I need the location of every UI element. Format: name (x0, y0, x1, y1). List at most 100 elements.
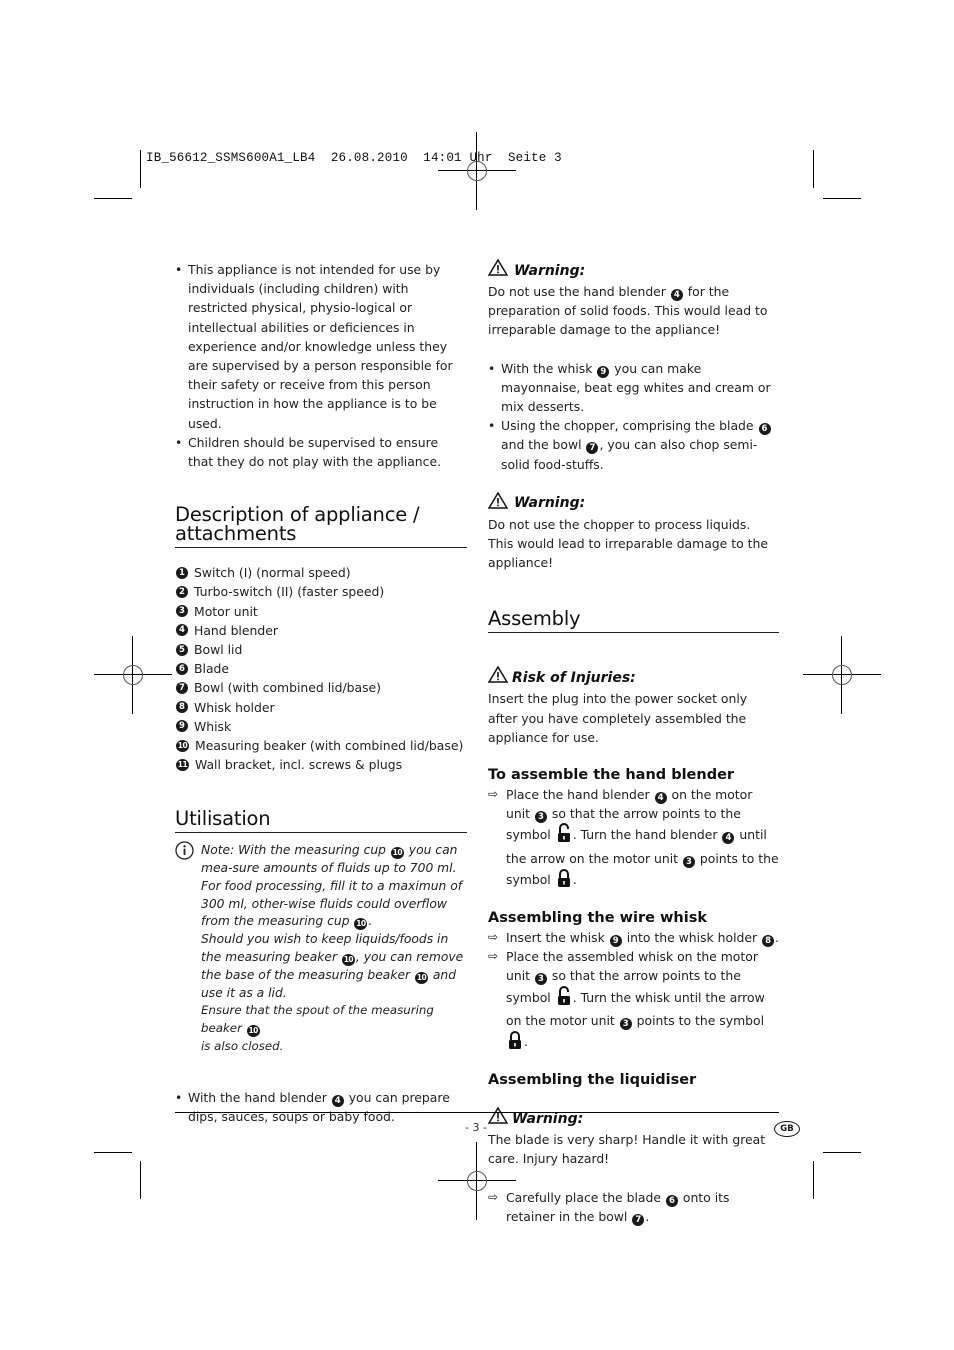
part-number-badge: 3 (682, 855, 695, 868)
note-text: . (368, 914, 373, 929)
text: . (524, 1034, 528, 1050)
part-number-badge: 10 (176, 739, 189, 752)
part-number-badge: 11 (176, 758, 189, 771)
arrow-right-icon: ⇨ (488, 930, 499, 945)
subsection-title-hand-blender: To assemble the hand blender (488, 767, 735, 784)
locked-padlock-icon (508, 1030, 522, 1055)
left-column: This appliance is not intended for use b… (175, 260, 467, 1126)
bullet-text: Children should be supervised to ensure … (188, 434, 442, 470)
bullet-text: and the bowl (501, 437, 586, 453)
instruction-step: ⇨ Place the hand blender 4 on the motor … (488, 785, 779, 893)
part-number-badge: 2 (176, 586, 188, 599)
bullet-text: Using the chopper, comprising the blade (501, 418, 758, 434)
section-title-utilisation: Utilisation (175, 809, 467, 834)
text: Do not use the hand blender (488, 284, 670, 299)
warning-triangle-icon (487, 665, 509, 689)
arrow-right-icon: ⇨ (488, 1189, 499, 1204)
part-number-badge: 4 (331, 1094, 344, 1107)
unlocked-padlock-icon (557, 823, 571, 848)
crop-mark (94, 1152, 132, 1153)
registration-mark-left (94, 636, 172, 714)
part-label: Blade (194, 661, 230, 677)
subsection-title-wire-whisk: Assembling the wire whisk (488, 910, 707, 927)
part-number-badge: 8 (762, 935, 775, 948)
part-number-badge: 10 (246, 1025, 260, 1038)
part-number-badge: 9 (609, 935, 622, 948)
warning-triangle-icon (487, 258, 509, 282)
usage-bullet: With the whisk 9 you can make mayonnaise… (488, 359, 779, 417)
part-number-badge: 10 (414, 971, 428, 984)
part-number-badge: 10 (354, 918, 368, 931)
arrow-right-icon: ⇨ (488, 949, 499, 964)
section-title-assembly: Assembly (488, 609, 779, 634)
parts-list-item: 5 Bowl lid (175, 640, 467, 659)
instruction-step: ⇨ Carefully place the blade 6 onto its r… (488, 1188, 779, 1226)
part-label: Motor unit (194, 603, 258, 619)
parts-list-item: 4 Hand blender (175, 621, 467, 640)
part-number-badge: 4 (722, 832, 735, 845)
right-column: Warning: Do not use the hand blender 4 f… (487, 258, 779, 1226)
footer-rule (175, 1112, 779, 1113)
parts-list-item: 10 Measuring beaker (with combined lid/ba… (175, 736, 467, 755)
part-label: Switch (I) (normal speed) (194, 565, 351, 581)
bullet-text: This appliance is not intended for use b… (188, 262, 453, 431)
part-label: Whisk holder (194, 699, 275, 715)
parts-list-item: 3 Motor unit (175, 602, 467, 621)
part-number-badge: 4 (176, 624, 188, 637)
warning-text: Do not use the chopper to process liquid… (488, 516, 768, 571)
part-number-badge: 9 (597, 365, 610, 378)
text: into the whisk holder (622, 930, 762, 946)
crop-mark (813, 1161, 814, 1199)
part-label: Bowl (with combined lid/base) (194, 680, 382, 696)
part-number-badge: 9 (176, 720, 188, 733)
part-number-badge: 5 (176, 643, 188, 656)
warning-heading: Warning: (487, 258, 779, 282)
section-title-description: Description of appliance / attachments (175, 505, 467, 549)
note-text: Note: With the measuring cup (201, 843, 390, 858)
warning-title: Warning: (514, 495, 586, 512)
text: Carefully place the blade (506, 1189, 665, 1205)
part-number-badge: 8 (176, 701, 188, 714)
language-badge: GB (774, 1121, 800, 1137)
locked-padlock-icon (557, 868, 571, 893)
warning-heading: Warning: (487, 491, 779, 515)
text: points to the symbol (632, 1012, 765, 1028)
part-number-badge: 3 (619, 1017, 632, 1030)
page-number: - 3 - (465, 1121, 487, 1134)
warning-triangle-icon (487, 491, 509, 515)
part-number-badge: 7 (176, 681, 188, 694)
unlocked-padlock-icon (557, 985, 571, 1011)
crop-mark (94, 198, 132, 199)
safety-bullet: Children should be supervised to ensure … (175, 433, 467, 471)
part-number-badge: 10 (341, 954, 355, 967)
parts-list-item: 11 Wall bracket, incl. screws & plugs (175, 755, 467, 774)
warning-title: Warning: (514, 262, 586, 279)
part-number-badge: 3 (534, 811, 547, 824)
parts-list-item: 1 Switch (I) (normal speed) (175, 563, 467, 582)
crop-mark (140, 1161, 141, 1199)
parts-list-item: 8 Whisk holder (175, 698, 467, 717)
crop-mark (823, 1152, 861, 1153)
part-label: Measuring beaker (with combined lid/base… (195, 737, 464, 753)
risk-heading: Risk of Injuries: (487, 665, 779, 689)
part-number-badge: 3 (534, 973, 547, 986)
crop-mark (140, 150, 141, 188)
text: . Turn the hand blender (572, 827, 722, 843)
instruction-step: ⇨ Place the assembled whisk on the motor… (488, 947, 779, 1055)
parts-list-item: 6 Blade (175, 659, 467, 678)
part-number-badge: 1 (176, 566, 188, 579)
crop-mark (823, 198, 861, 199)
text: . (572, 871, 577, 887)
part-label: Bowl lid (194, 641, 243, 657)
part-label: Turbo-switch (II) (faster speed) (194, 584, 385, 600)
registration-mark-top (438, 132, 516, 210)
part-number-badge: 4 (670, 289, 683, 301)
info-circle-icon (175, 841, 194, 866)
part-number-badge: 7 (632, 1213, 645, 1226)
bullet-text: With the whisk (501, 360, 597, 376)
part-number-badge: 4 (654, 792, 667, 805)
part-label: Hand blender (194, 622, 278, 638)
text: Insert the whisk (506, 930, 609, 946)
parts-list-item: 9 Whisk (175, 717, 467, 736)
risk-title: Risk of Injuries: (512, 669, 636, 686)
